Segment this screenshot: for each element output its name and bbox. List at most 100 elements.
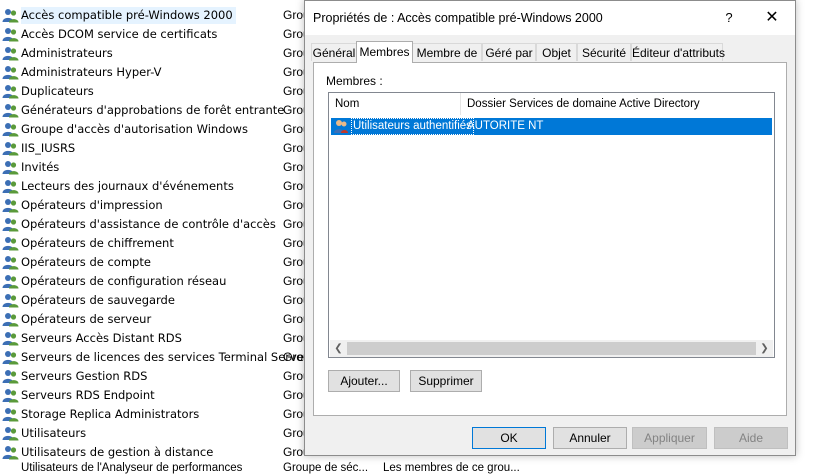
column-header-name[interactable]: Nom — [329, 93, 461, 115]
group-row[interactable]: Opérateurs de configuration réseau Grou — [0, 272, 310, 291]
group-name: Opérateurs de chiffrement — [21, 236, 174, 250]
tab-managed-by[interactable]: Géré par — [482, 43, 536, 61]
tab-member-of[interactable]: Membre de — [412, 43, 482, 61]
group-icon — [2, 427, 19, 441]
group-icon — [2, 275, 19, 289]
ok-button[interactable]: OK — [472, 427, 546, 449]
tab-security[interactable]: Sécurité — [577, 43, 631, 61]
group-icon — [2, 218, 19, 232]
group-icon — [2, 351, 19, 365]
group-row[interactable]: Opérateurs d'assistance de contrôle d'ac… — [0, 215, 310, 234]
group-icon — [2, 47, 19, 61]
tab-object[interactable]: Objet — [536, 43, 577, 61]
group-name: Administrateurs Hyper-V — [21, 65, 162, 79]
group-row[interactable]: Accès DCOM service de certificats Grou — [0, 25, 310, 44]
group-icon — [2, 408, 19, 422]
group-icon — [2, 66, 19, 80]
group-icon — [2, 256, 19, 270]
dialog-title: Propriétés de : Accès compatible pré-Win… — [313, 11, 603, 25]
group-name: Serveurs Gestion RDS — [21, 369, 148, 383]
group-name: Lecteurs des journaux d'événements — [21, 179, 234, 193]
help-icon[interactable]: ? — [719, 7, 739, 29]
group-row[interactable]: Serveurs Accès Distant RDS Grou — [0, 329, 310, 348]
column-header-folder[interactable]: Dossier Services de domaine Active Direc… — [461, 93, 774, 115]
group-name: Opérateurs de sauvegarde — [21, 293, 175, 307]
group-row[interactable]: Administrateurs Hyper-V Grou — [0, 63, 310, 82]
tab-members[interactable]: Membres — [356, 41, 413, 63]
close-icon[interactable]: ✕ — [759, 7, 785, 29]
remove-button[interactable]: Supprimer — [410, 370, 482, 392]
group-row[interactable]: Opérateurs d'impression Grou — [0, 196, 310, 215]
group-row[interactable]: Groupe d'accès d'autorisation Windows Gro… — [0, 120, 310, 139]
group-row[interactable]: Générateurs d'approbations de forêt entr… — [0, 101, 310, 120]
group-row[interactable]: Serveurs de licences des services Termin… — [0, 348, 310, 367]
group-name: Opérateurs de compte — [21, 255, 151, 269]
group-icon — [2, 180, 19, 194]
group-icon — [2, 237, 19, 251]
cancel-button[interactable]: Annuler — [553, 427, 627, 449]
group-name: Accès DCOM service de certificats — [21, 27, 218, 41]
group-name: Groupe d'accès d'autorisation Windows — [21, 122, 248, 136]
scrollbar-thumb[interactable] — [347, 342, 756, 355]
scroll-left-icon[interactable]: ❮ — [330, 340, 347, 357]
scroll-right-icon[interactable]: ❯ — [756, 340, 773, 357]
group-name: Serveurs RDS Endpoint — [21, 388, 155, 402]
members-listview[interactable]: Nom Dossier Services de domaine Active D… — [328, 92, 775, 358]
tab-attribute-editor[interactable]: Éditeur d'attributs — [631, 43, 725, 61]
group-name: Utilisateurs de l'Analyseur de performan… — [21, 462, 243, 474]
group-row[interactable]: Opérateurs de sauvegarde Grou — [0, 291, 310, 310]
tab-general[interactable]: Général — [311, 43, 357, 61]
group-row[interactable]: Invités Grou — [0, 158, 310, 177]
group-name: Invités — [21, 160, 60, 174]
group-icon — [2, 446, 19, 460]
group-icon — [2, 332, 19, 346]
dialog-titlebar[interactable]: Propriétés de : Accès compatible pré-Win… — [305, 1, 795, 35]
member-folder: AUTORITE NT — [467, 120, 544, 132]
group-row[interactable]: Storage Replica Administrators Grou — [0, 405, 310, 424]
group-icon — [2, 389, 19, 403]
group-row[interactable]: Opérateurs de chiffrement Grou — [0, 234, 310, 253]
group-icon — [2, 199, 19, 213]
group-row[interactable]: Accès compatible pré-Windows 2000 Grou — [0, 6, 310, 25]
group-row[interactable]: Serveurs RDS Endpoint Grou — [0, 386, 310, 405]
add-button[interactable]: Ajouter... — [328, 370, 400, 392]
group-row[interactable]: Administrateurs Grou — [0, 44, 310, 63]
horizontal-scrollbar[interactable]: ❮ ❯ — [330, 340, 773, 357]
group-icon — [2, 370, 19, 384]
group-type: Groupe de séc... — [283, 462, 369, 474]
group-name: Opérateurs d'assistance de contrôle d'ac… — [21, 217, 276, 231]
properties-dialog: Propriétés de : Accès compatible pré-Win… — [304, 0, 796, 456]
group-row[interactable]: Serveurs Gestion RDS Grou — [0, 367, 310, 386]
group-row[interactable]: IIS_IUSRS Grou — [0, 139, 310, 158]
members-panel: Membres : Nom Dossier Services de domain… — [313, 62, 787, 416]
member-name: Utilisateurs authentifiés — [351, 118, 474, 135]
group-row[interactable]: Opérateurs de serveur Grou — [0, 310, 310, 329]
group-name: Serveurs de licences des services Termin… — [21, 350, 309, 364]
group-name: Utilisateurs de gestion à distance — [21, 445, 214, 459]
group-name: Opérateurs d'impression — [21, 198, 163, 212]
group-name: Générateurs d'approbations de forêt entr… — [21, 103, 285, 117]
group-name: Serveurs Accès Distant RDS — [21, 331, 182, 345]
members-label: Membres : — [326, 74, 383, 88]
group-row[interactable]: Opérateurs de compte Grou — [0, 253, 310, 272]
group-name: Opérateurs de serveur — [21, 312, 152, 326]
group-list: Accès compatible pré-Windows 2000 Grou Acc… — [0, 6, 310, 462]
group-icon — [2, 104, 19, 118]
apply-button[interactable]: Appliquer — [632, 427, 707, 449]
group-row[interactable]: Utilisateurs Grou — [0, 424, 310, 443]
group-row[interactable]: Utilisateurs de gestion à distance Grou — [0, 443, 310, 462]
group-name: Accès compatible pré-Windows 2000 — [21, 7, 236, 24]
group-icon — [2, 161, 19, 175]
group-icon — [2, 123, 19, 137]
help-button[interactable]: Aide — [714, 427, 788, 449]
group-name: Duplicateurs — [21, 84, 94, 98]
member-row[interactable]: Utilisateurs authentifiés AUTORITE NT — [331, 118, 772, 135]
group-icon — [2, 313, 19, 327]
group-icon — [2, 9, 19, 23]
group-description: Les membres de ce grou... — [383, 462, 520, 474]
group-icon — [2, 28, 19, 42]
group-row[interactable]: Duplicateurs Grou — [0, 82, 310, 101]
group-icon — [2, 85, 19, 99]
group-name: Storage Replica Administrators — [21, 407, 200, 421]
group-row[interactable]: Lecteurs des journaux d'événements Grou — [0, 177, 310, 196]
